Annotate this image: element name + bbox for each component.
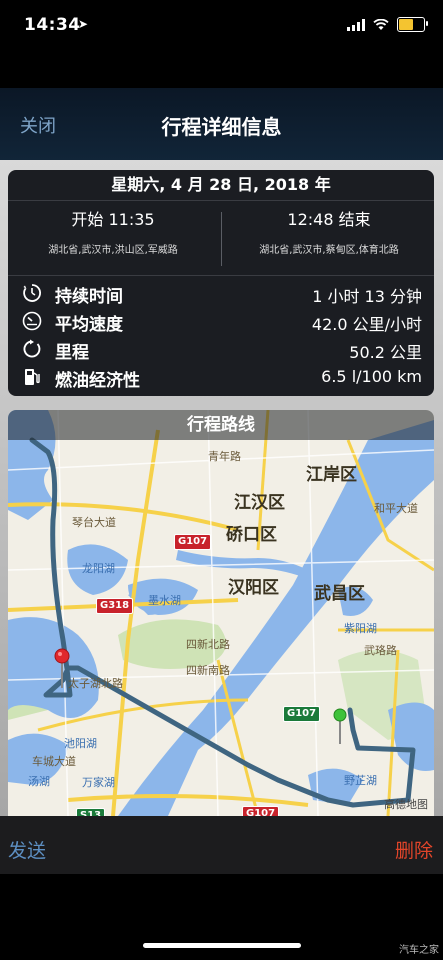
- cellular-signal-icon: [347, 18, 365, 31]
- trip-end-location: 湖北省,武汉市,蔡甸区,体育北路: [259, 245, 399, 256]
- stat-value: 42.0 公里/小时: [311, 315, 422, 334]
- map-label-wuluo: 武珞路: [364, 644, 397, 657]
- map-label-sixin-s: 四新南路: [186, 664, 230, 677]
- trip-date: 星期六, 4 月 28 日, 2018 年: [8, 170, 434, 201]
- stat-label: 持续时间: [55, 287, 123, 307]
- stat-fuel-economy: 燃油经济性 6.5 l/100 km: [8, 364, 434, 392]
- map-attribution: 高德地图: [384, 798, 428, 811]
- stat-label: 平均速度: [55, 315, 123, 335]
- duration-icon: [23, 284, 41, 302]
- stat-distance: 里程 50.2 公里: [8, 336, 434, 364]
- map-label-chezhi: 车城大道: [32, 755, 76, 768]
- trip-summary-card: 星期六, 4 月 28 日, 2018 年 开始 11:35 12:48 结束 …: [8, 170, 434, 396]
- stat-duration: 持续时间 1 小时 13 分钟: [8, 280, 434, 308]
- end-pin-icon[interactable]: [333, 708, 347, 744]
- map-label-moshui: 墨水湖: [148, 594, 181, 607]
- map-label-longyang: 龙阳湖: [82, 562, 115, 575]
- trip-start-location: 湖北省,武汉市,洪山区,军威路: [48, 245, 178, 256]
- map-label-hepingdadao: 和平大道: [374, 502, 418, 515]
- location-arrow-icon: ➤: [78, 17, 89, 31]
- map-label-jiangan: 江岸区: [306, 465, 357, 485]
- stat-avg-speed: 平均速度 42.0 公里/小时: [8, 308, 434, 336]
- map-label-taizihu: 太子湖北路: [68, 677, 123, 690]
- watermark: 汽车之家: [399, 945, 439, 956]
- map-label-wuchang: 武昌区: [314, 584, 365, 604]
- map-label-sixin-n: 四新北路: [186, 638, 230, 651]
- divider: [221, 212, 222, 266]
- map-label-qiaokou: 硚口区: [226, 525, 277, 545]
- map-label-chiyanghu: 池阳湖: [64, 737, 97, 750]
- map-label-qingnian: 青年路: [208, 450, 241, 463]
- stat-value: 50.2 公里: [349, 343, 422, 362]
- highway-shield-g107: G107: [283, 706, 321, 722]
- home-indicator[interactable]: [143, 943, 301, 948]
- navigation-bar: 关闭 行程详细信息: [0, 88, 443, 160]
- status-bar: 14:34 ➤: [0, 0, 443, 54]
- trip-end-time: 12:48 结束: [287, 210, 371, 229]
- map-label-ziyang: 紫阳湖: [344, 622, 377, 635]
- route-map[interactable]: 江岸区 江汉区 硚口区 汉阳区 武昌区 琴台大道 龙阳湖 墨水湖 四新北路 四新…: [8, 410, 434, 816]
- stat-value: 1 小时 13 分钟: [312, 287, 422, 306]
- bottom-toolbar: 发送 删除: [0, 816, 443, 874]
- battery-icon: [397, 17, 428, 32]
- highway-shield-g107: G107: [242, 806, 280, 816]
- map-label-jianghan: 江汉区: [234, 493, 285, 513]
- delete-button[interactable]: 删除: [395, 836, 433, 863]
- map-label-hanyang: 汉阳区: [228, 578, 279, 598]
- map-label-yanghu: 汤湖: [28, 775, 50, 788]
- fuel-pump-icon: [25, 369, 40, 385]
- stat-value: 6.5 l/100 km: [321, 367, 422, 386]
- map-title: 行程路线: [8, 410, 434, 440]
- trip-start-time: 开始 11:35: [71, 210, 155, 229]
- distance-icon: [23, 339, 41, 358]
- map-label-wanjiahu: 万家湖: [82, 776, 115, 789]
- send-button[interactable]: 发送: [8, 836, 46, 863]
- map-label-qintai: 琴台大道: [72, 516, 116, 529]
- stat-label: 燃油经济性: [55, 371, 140, 391]
- highway-shield-g107: G107: [174, 534, 212, 550]
- status-time: 14:34: [24, 15, 81, 35]
- wifi-icon: [373, 18, 389, 30]
- highway-shield-s13: S13: [76, 808, 106, 816]
- highway-shield-g318: G318: [96, 598, 134, 614]
- stat-label: 里程: [55, 343, 89, 363]
- page-title: 行程详细信息: [161, 115, 282, 139]
- divider: [8, 275, 434, 276]
- status-icons: [347, 17, 428, 32]
- speedometer-icon: [22, 311, 42, 331]
- map-label-yeshi: 野芷湖: [344, 774, 377, 787]
